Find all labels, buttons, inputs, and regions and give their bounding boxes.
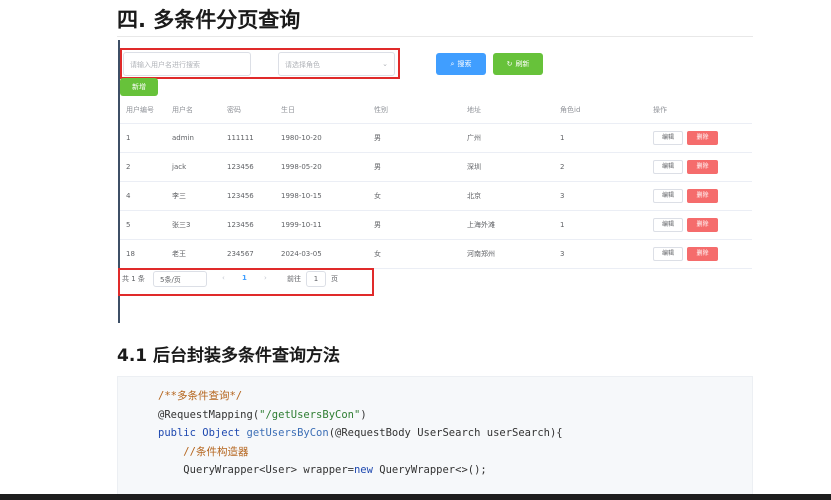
cell-birthday: 1998-10-15 [275,181,368,211]
search-icon: ⌕ [450,59,455,68]
cell-role-id: 3 [554,181,647,211]
cell-birthday: 2024-03-05 [275,239,368,269]
cell-actions: 编辑 删除 [647,210,752,240]
cell-gender: 女 [368,181,461,211]
cell-gender: 男 [368,123,461,153]
code-statement-end: QueryWrapper<>(); [372,464,487,476]
cell-birthday: 1980-10-20 [275,123,368,153]
cell-id: 5 [120,210,166,240]
cell-password: 123456 [221,152,275,182]
cell-role-id: 1 [554,210,647,240]
code-comment-inline: //条件构造器 [183,445,249,458]
table-row: 5 张三3 123456 1999-10-11 男 上海外滩 1 编辑 删除 [120,210,752,240]
refresh-button-label: 刷新 [515,60,530,68]
col-header-address: 地址 [461,97,554,124]
cell-username: 李三 [166,181,221,211]
highlight-box-pagination [118,268,374,296]
cell-birthday: 1998-05-20 [275,152,368,182]
code-statement: QueryWrapper<User> wrapper= [183,464,354,476]
code-string: "/getUsersByCon" [259,408,361,421]
delete-button[interactable]: 删除 [687,217,718,232]
delete-button[interactable]: 删除 [687,130,718,145]
cell-address: 上海外滩 [461,210,554,240]
cell-gender: 男 [368,210,461,240]
cell-password: 234567 [221,239,275,269]
delete-button[interactable]: 删除 [687,188,718,203]
table-row: 2 jack 123456 1998-05-20 男 深圳 2 编辑 删除 [120,152,752,182]
cell-password: 123456 [221,181,275,211]
code-paren: ) [360,408,367,421]
col-header-password: 密码 [221,97,275,124]
code-method-name: getUsersByCon [246,427,329,439]
cell-password: 111111 [221,123,275,153]
cell-username: jack [166,152,221,182]
cell-password: 123456 [221,210,275,240]
cell-role-id: 3 [554,239,647,269]
search-button[interactable]: ⌕ 搜索 [436,53,486,75]
code-params: (@RequestBody UserSearch userSearch){ [328,427,563,439]
delete-button[interactable]: 删除 [687,159,718,174]
col-header-role-id: 角色id [554,97,647,124]
code-keyword: public [158,427,196,439]
cell-address: 河南郑州 [461,239,554,269]
cell-address: 广州 [461,123,554,153]
edit-button[interactable]: 编辑 [653,130,683,145]
code-annotation: @RequestMapping( [158,408,260,421]
cell-username: 老王 [166,239,221,269]
col-header-id: 用户编号 [120,97,166,124]
table-row: 18 老王 234567 2024-03-05 女 河南郑州 3 编辑 删除 [120,239,752,269]
cell-actions: 编辑 删除 [647,123,752,153]
table-row: 4 李三 123456 1998-10-15 女 北京 3 编辑 删除 [120,181,752,211]
col-header-actions: 操作 [647,97,752,124]
section-divider [117,36,753,37]
cell-birthday: 1999-10-11 [275,210,368,240]
cell-id: 18 [120,239,166,269]
edit-button[interactable]: 编辑 [653,217,683,232]
code-type: Object [195,427,247,439]
user-table: 用户编号 用户名 密码 生日 性别 地址 角色id 操作 1 admin 111… [120,97,752,269]
code-block: /**多条件查询*/ @RequestMapping("/getUsersByC… [117,376,753,500]
add-button-label: 新增 [132,83,146,91]
code-keyword-new: new [353,464,373,476]
cell-id: 2 [120,152,166,182]
cell-actions: 编辑 删除 [647,152,752,182]
edit-button[interactable]: 编辑 [653,188,683,203]
cell-actions: 编辑 删除 [647,181,752,211]
cell-username: 张三3 [166,210,221,240]
code-comment: /**多条件查询*/ [158,390,243,402]
cell-id: 1 [120,123,166,153]
table-header-row: 用户编号 用户名 密码 生日 性别 地址 角色id 操作 [120,97,752,124]
cell-gender: 女 [368,239,461,269]
col-header-username: 用户名 [166,97,221,124]
cell-actions: 编辑 删除 [647,239,752,269]
col-header-birthday: 生日 [275,97,368,124]
table-row: 1 admin 111111 1980-10-20 男 广州 1 编辑 删除 [120,123,752,153]
delete-button[interactable]: 删除 [687,246,718,261]
section-title: 四. 多条件分页查询 [117,8,301,32]
search-button-label: 搜索 [457,60,472,68]
cell-address: 北京 [461,181,554,211]
subsection-title: 4.1 后台封装多条件查询方法 [117,346,341,366]
add-button[interactable]: 新增 [120,78,158,96]
cell-role-id: 2 [554,152,647,182]
edit-button[interactable]: 编辑 [653,246,683,261]
refresh-icon: ↻ [506,60,513,68]
bottom-bar [0,494,831,500]
cell-gender: 男 [368,152,461,182]
refresh-button[interactable]: ↻ 刷新 [493,53,543,75]
highlight-box-search [120,48,400,79]
cell-role-id: 1 [554,123,647,153]
col-header-gender: 性别 [368,97,461,124]
cell-address: 深圳 [461,152,554,182]
cell-username: admin [166,123,221,153]
cell-id: 4 [120,181,166,211]
edit-button[interactable]: 编辑 [653,159,683,174]
